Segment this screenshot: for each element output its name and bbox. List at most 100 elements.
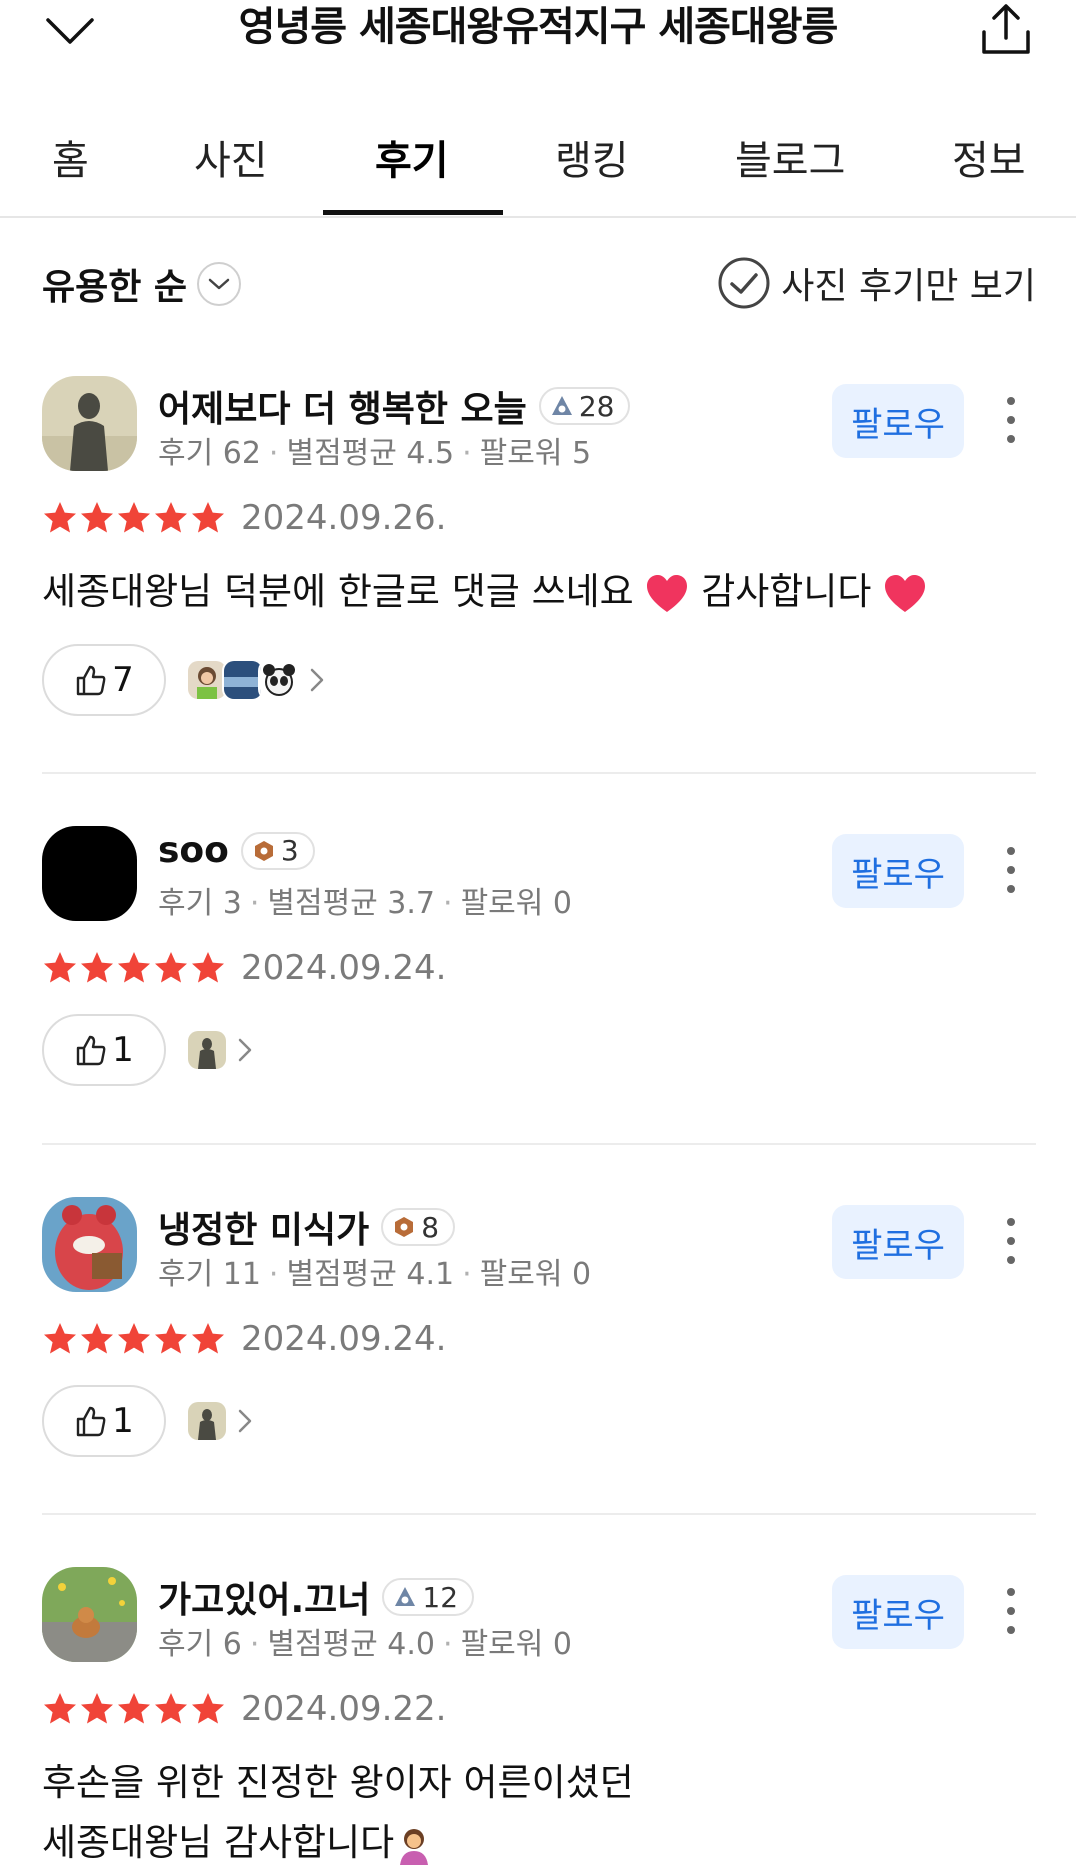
follow-button[interactable]: 팔로우 [832,1205,964,1279]
sort-label: 유용한 순 [42,267,188,308]
follower-count: 팔로워 0 [460,886,573,921]
star-icon [192,1693,224,1724]
reviewer-name[interactable]: 냉정한 미식가 [158,1201,369,1253]
reviewer-name[interactable]: 어제보다 더 행복한 오늘 [158,380,527,432]
level-badge: 28 [538,387,631,425]
like-button[interactable]: 7 [42,644,166,716]
review-date: 2024.09.24. [241,948,447,988]
tab-home[interactable]: 홈 [52,128,89,186]
star-icon [44,502,76,533]
app-header: 영녕릉 세종대왕유적지구 세종대왕릉 [0,0,1076,60]
star-icon [118,952,150,983]
star-icon [81,1693,113,1724]
level-icon [254,840,273,861]
avatar[interactable] [42,376,137,471]
like-count: 1 [112,1401,134,1441]
level-badge: 12 [382,1578,475,1616]
review-count: 후기 3 [158,886,242,921]
avatar[interactable] [42,1197,137,1292]
star-icon [118,502,150,533]
level-icon [395,1587,416,1606]
star-icon [44,1323,76,1354]
like-button[interactable]: 1 [42,1014,166,1086]
star-icon [44,952,76,983]
person-emoji-icon [400,1828,429,1865]
follower-count: 팔로워 0 [460,1627,573,1662]
star-icon [155,1693,187,1724]
reviewer-stats: 후기 3 · 별점평균 3.7 · 팔로워 0 [158,886,573,921]
review-text-part: 감사합니다 [701,570,872,613]
tab-photos[interactable]: 사진 [194,128,268,186]
photo-only-toggle[interactable]: 사진 후기만 보기 [717,256,1036,310]
star-icon [118,1323,150,1354]
star-icon [155,952,187,983]
star-rating [42,1321,227,1357]
avatar[interactable] [42,1567,137,1662]
check-circle-icon [718,257,770,309]
likers-list[interactable] [186,1029,256,1071]
active-tab-indicator [323,210,503,215]
page-title: 영녕릉 세종대왕유적지구 세종대왕릉 [238,4,839,50]
star-icon [81,502,113,533]
star-rating [42,1691,227,1727]
star-icon [81,952,113,983]
tab-blog[interactable]: 블로그 [735,128,845,186]
level-badge: 3 [240,831,315,870]
more-options-icon[interactable] [996,1583,1026,1639]
review-count: 후기 62 [158,436,261,471]
chevron-right-icon [238,1409,252,1433]
like-count: 7 [112,660,134,700]
avg-rating: 별점평균 4.0 [267,1627,436,1662]
reviewer-stats: 후기 62 · 별점평균 4.5 · 팔로워 5 [158,436,592,471]
more-options-icon[interactable] [996,1213,1026,1269]
like-button[interactable]: 1 [42,1385,166,1457]
tab-info[interactable]: 정보 [952,128,1026,186]
follow-button[interactable]: 팔로우 [832,834,964,908]
share-icon[interactable] [976,2,1036,58]
review-date: 2024.09.24. [241,1319,447,1359]
reviewer-name[interactable]: 가고있어.끄너 [158,1571,370,1623]
review-text-line: 세종대왕님 감사합니다 [42,1821,395,1864]
liker-avatar [186,1400,228,1442]
level-icon [551,396,572,415]
level-number: 8 [421,1210,440,1244]
follow-button[interactable]: 팔로우 [832,1575,964,1649]
likers-list[interactable] [186,659,328,701]
divider [42,772,1036,774]
review-text-part: 세종대왕님 덕분에 한글로 댓글 쓰네요 [42,570,634,613]
thumbs-up-icon [76,665,106,696]
avg-rating: 별점평균 4.5 [286,436,455,471]
level-icon [395,1217,414,1237]
review-count: 후기 6 [158,1627,242,1662]
follow-button[interactable]: 팔로우 [832,384,964,458]
more-options-icon[interactable] [996,392,1026,448]
follower-count: 팔로워 0 [479,1257,592,1292]
likers-list[interactable] [186,1400,256,1442]
review-text-line: 후손을 위한 진정한 왕이자 어른이셨던 [42,1761,634,1804]
tab-ranking[interactable]: 랭킹 [555,128,629,186]
divider [42,1513,1036,1515]
avg-rating: 별점평균 3.7 [267,886,436,921]
reviewer-name[interactable]: soo [158,830,229,871]
sort-dropdown[interactable]: 유용한 순 [42,258,242,310]
star-icon [155,502,187,533]
star-rating [42,500,227,536]
review-count: 후기 11 [158,1257,261,1292]
chevron-down-icon[interactable] [40,10,100,50]
liker-avatar [186,1029,228,1071]
chevron-right-icon [238,1038,252,1062]
star-icon [44,1693,76,1724]
tab-reviews[interactable]: 후기 [375,128,449,186]
like-count: 1 [112,1030,134,1070]
star-icon [155,1323,187,1354]
chevron-right-icon [310,668,324,692]
heart-emoji-icon [647,574,688,612]
heart-emoji-icon [885,574,926,612]
level-badge: 8 [381,1208,456,1246]
more-options-icon[interactable] [996,842,1026,898]
star-icon [192,952,224,983]
star-icon [118,1693,150,1724]
avatar[interactable] [42,826,137,921]
thumbs-up-icon [76,1406,106,1437]
star-icon [192,1323,224,1354]
